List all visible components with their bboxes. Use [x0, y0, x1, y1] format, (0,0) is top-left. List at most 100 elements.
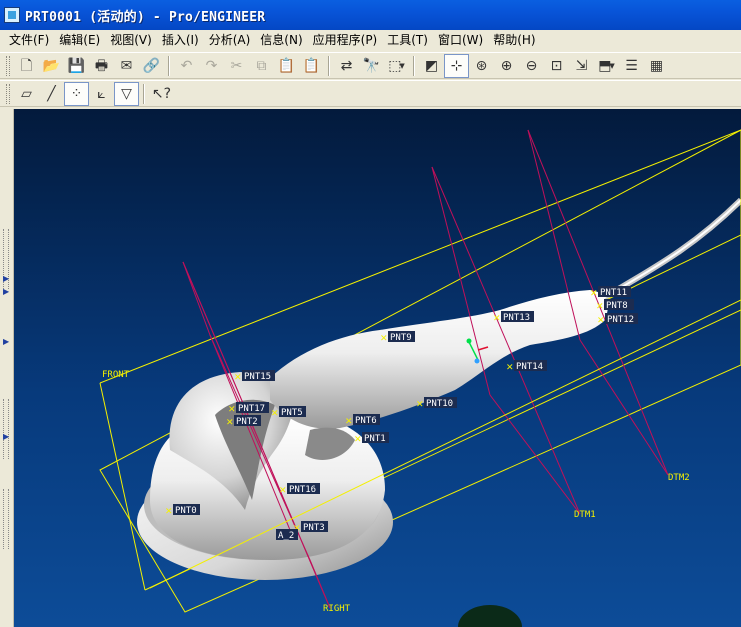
svg-text:✕: ✕	[596, 302, 604, 312]
email-link-button[interactable]: 🔗	[139, 54, 164, 78]
svg-text:✕: ✕	[234, 373, 242, 383]
datum-label-right[interactable]: RIGHT	[323, 604, 351, 614]
annotation-display-button[interactable]: ▽	[114, 81, 139, 106]
menu-edit[interactable]: 编辑(E)	[54, 30, 105, 50]
svg-text:✕: ✕	[590, 289, 598, 299]
zoom-in-button[interactable]: ⊕	[494, 54, 519, 78]
point-label: PNT16	[289, 485, 316, 495]
send-mail-icon: ✉	[120, 57, 133, 74]
menu-help[interactable]: 帮助(H)	[488, 30, 540, 50]
spin-center-button[interactable]: ⊹	[444, 53, 469, 78]
open-folder-button[interactable]: 📂	[39, 54, 64, 78]
undo-button[interactable]: ↶	[174, 54, 199, 78]
cut-button[interactable]: ✂	[224, 54, 249, 78]
point-label: PNT14	[516, 362, 543, 372]
splitter-handle[interactable]	[3, 399, 9, 459]
redraw-button[interactable]: ◩	[419, 54, 444, 78]
graphics-window[interactable]: FRONT RIGHT DTM1 DTM2 ✕ PNT0 ✕ PNT1 ✕ PN…	[14, 109, 741, 627]
title-bar: PRT0001 (活动的) - Pro/ENGINEER	[0, 0, 741, 30]
model-display-icon: ▦	[649, 57, 664, 74]
svg-text:✕: ✕	[165, 507, 173, 517]
model-scene[interactable]: FRONT RIGHT DTM1 DTM2 ✕ PNT0 ✕ PNT1 ✕ PN…	[14, 109, 741, 627]
regenerate-button[interactable]: ⇄	[334, 54, 359, 78]
toolbar-separator	[143, 83, 145, 104]
splitter-handle[interactable]	[3, 489, 9, 549]
left-splitter[interactable]: ▶ ▶ ▶ ▶	[0, 109, 14, 627]
orient-mode-icon: ⊛	[475, 57, 488, 74]
svg-text:✕: ✕	[416, 400, 424, 410]
redo-icon: ↷	[205, 57, 218, 74]
datum-point[interactable]: ✕ PNT1	[354, 432, 389, 445]
expand-arrow-icon[interactable]: ▶	[3, 287, 9, 296]
redo-button[interactable]: ↷	[199, 54, 224, 78]
datum-label-front[interactable]: FRONT	[102, 370, 130, 380]
datum-label-dtm1[interactable]: DTM1	[574, 510, 596, 520]
dark-shadow-disc	[458, 605, 522, 627]
datum-point[interactable]: ✕ PNT14	[506, 360, 547, 373]
reorient-button[interactable]: ⇲	[569, 54, 594, 78]
new-file-button[interactable]: 🗋	[14, 54, 39, 78]
menu-view[interactable]: 视图(V)	[105, 30, 157, 50]
paste-button[interactable]: 📋	[274, 54, 299, 78]
datum-points-button[interactable]: ⁘	[64, 81, 89, 106]
dtm1-plane-edge	[489, 394, 581, 515]
new-file-icon: 🗋	[20, 57, 33, 74]
dtm2-plane-edge	[579, 339, 669, 476]
toolbar-grip[interactable]	[6, 83, 10, 104]
point-label: PNT5	[281, 408, 303, 418]
zoom-in-icon: ⊕	[500, 57, 513, 74]
context-help-icon: ↖?	[151, 85, 172, 102]
coordinate-systems-button[interactable]: ⟀	[89, 82, 114, 106]
datum-axes-button[interactable]: ╱	[39, 82, 64, 106]
regenerate-icon: ⇄	[340, 57, 353, 74]
expand-arrow-icon[interactable]: ▶	[3, 274, 9, 283]
menu-window[interactable]: 窗口(W)	[433, 30, 488, 50]
find-button[interactable]: 🔭	[359, 54, 384, 78]
menu-tools[interactable]: 工具(T)	[382, 30, 433, 50]
selection-box-button[interactable]: ⬚ ▼	[384, 54, 409, 78]
axis-label-a2[interactable]: A_2	[278, 531, 294, 541]
point-label: PNT2	[236, 417, 258, 427]
svg-text:✕: ✕	[354, 435, 362, 445]
menu-info[interactable]: 信息(N)	[255, 30, 307, 50]
point-label: PNT6	[355, 416, 377, 426]
expand-arrow-icon[interactable]: ▶	[3, 432, 9, 441]
datum-label-dtm2[interactable]: DTM2	[668, 473, 690, 483]
datum-point[interactable]: ✕ PNT15	[234, 370, 275, 383]
menu-analysis[interactable]: 分析(A)	[204, 30, 256, 50]
datum-planes-button[interactable]: ▱	[14, 82, 39, 106]
send-mail-button[interactable]: ✉	[114, 54, 139, 78]
saved-views-button[interactable]: ⬒ ▼	[594, 54, 619, 78]
print-button[interactable]: 🖶	[89, 54, 114, 78]
menu-applications[interactable]: 应用程序(P)	[308, 30, 383, 50]
zoom-out-button[interactable]: ⊖	[519, 54, 544, 78]
email-link-icon: 🔗	[142, 57, 161, 74]
datum-point[interactable]: ✕ PNT11	[590, 286, 631, 299]
refit-button[interactable]: ⊡	[544, 54, 569, 78]
spin-center-icon: ⊹	[450, 57, 463, 74]
dropdown-arrow-icon[interactable]: ▼	[399, 62, 404, 70]
reorient-icon: ⇲	[575, 57, 588, 74]
save-button[interactable]: 💾	[64, 54, 89, 78]
csys-z-marker	[474, 358, 480, 364]
refit-icon: ⊡	[550, 57, 563, 74]
context-help-button[interactable]: ↖?	[149, 82, 174, 106]
point-label: PNT10	[426, 399, 453, 409]
svg-text:✕: ✕	[380, 334, 388, 344]
menu-insert[interactable]: 插入(I)	[157, 30, 204, 50]
datum-planes-icon: ▱	[21, 85, 32, 102]
print-icon: 🖶	[94, 57, 109, 74]
copy-button[interactable]: ⧉	[249, 54, 274, 78]
model-display-button[interactable]: ▦	[644, 54, 669, 78]
paste-special-button[interactable]: 📋	[299, 54, 324, 78]
svg-text:✕: ✕	[271, 409, 279, 419]
toolbar-grip[interactable]	[6, 55, 10, 76]
point-label: PNT0	[175, 506, 197, 516]
svg-text:✕: ✕	[597, 316, 605, 326]
layers-button[interactable]: ☰	[619, 54, 644, 78]
front-plane-edge	[99, 382, 146, 591]
menu-file[interactable]: 文件(F)	[4, 30, 54, 50]
dropdown-arrow-icon[interactable]: ▼	[609, 62, 614, 70]
orient-mode-button[interactable]: ⊛	[469, 54, 494, 78]
expand-arrow-icon[interactable]: ▶	[3, 337, 9, 346]
